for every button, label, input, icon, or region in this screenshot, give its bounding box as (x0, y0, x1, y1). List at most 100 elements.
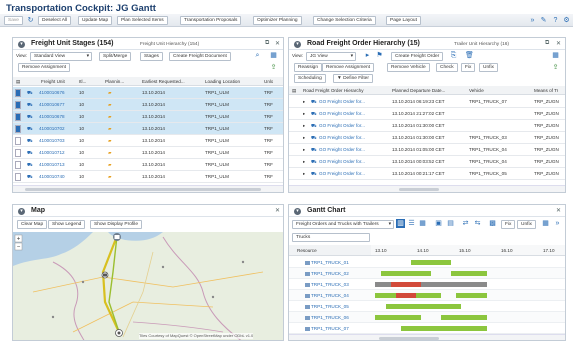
create-freight-order-button[interactable]: Create Freight Order (391, 52, 444, 61)
freight-order-link[interactable]: GO Freight Order for... (319, 133, 365, 142)
calendar-icon[interactable]: ▣ (434, 219, 443, 228)
table-row[interactable]: ⛟ 4100010702 10 ▰ 13.10.2014 TRP1_ULM TRF (13, 123, 283, 135)
col-header[interactable]: Loading Location (205, 77, 240, 86)
freight-order-link[interactable]: GO Freight Order for... (319, 97, 365, 106)
split-merge-button[interactable]: Split/Merge (99, 52, 132, 61)
export-icon[interactable]: ⇪ (269, 63, 278, 72)
maximize-icon[interactable]: ⧉ (265, 40, 269, 47)
gantt-bar[interactable] (386, 304, 461, 309)
freight-unit-link[interactable]: 4100010740 (39, 172, 65, 181)
expand-row-icon[interactable]: ▸ (303, 133, 305, 142)
view-select[interactable]: JG View ▾ (306, 52, 356, 61)
scroll-thumb[interactable] (379, 337, 439, 340)
delete-icon[interactable]: 🗑 (465, 51, 474, 60)
gantt-row[interactable]: TRP1_TRUCK_05 (289, 301, 565, 312)
table-row[interactable]: ▸ ⛟ GO Freight Order for... 13.10.2014 01:3… (289, 120, 565, 132)
col-header[interactable]: Freight Unit (41, 77, 65, 86)
freight-order-link[interactable]: GO Freight Order for... (319, 145, 365, 154)
show-display-profile-button[interactable]: Show Display Profile (90, 220, 142, 229)
col-header[interactable]: Vehicle (469, 86, 484, 95)
collapse-icon[interactable]: ▾ (18, 208, 25, 215)
gantt-bar[interactable] (451, 271, 487, 276)
optimizer-planning-button[interactable]: Optimizer Planning (253, 16, 302, 25)
collapse-icon[interactable]: ▾ (294, 41, 301, 48)
flag-icon[interactable]: ⚑ (375, 51, 384, 60)
zoom-control[interactable]: + − (14, 234, 23, 251)
gantt-row[interactable]: TRP1_TRUCK_01 (289, 257, 565, 268)
view-select[interactable]: Standard View ▾ (30, 52, 92, 61)
table-row[interactable]: ▸ ⛟ GO Freight Order for... 13.10.2014 21:2… (289, 108, 565, 120)
horizontal-scrollbar[interactable] (289, 185, 565, 192)
freight-unit-hierarchy-tab[interactable]: Freight Unit Hierarchy (154) (140, 42, 199, 47)
freight-order-link[interactable]: GO Freight Order for... (319, 157, 365, 166)
scroll-thumb[interactable] (25, 188, 261, 191)
table-row[interactable]: ⛟ 4100010713 10 ▰ 13.10.2014 TRP1_ULM TRF (13, 159, 283, 171)
expand-row-icon[interactable]: ▸ (303, 169, 305, 178)
collapse-icon[interactable]: ▾ (18, 41, 25, 48)
row-selector[interactable] (15, 161, 21, 169)
gantt-bar[interactable] (456, 293, 487, 298)
settings-icon[interactable]: ▦ (541, 219, 550, 228)
create-freight-document-button[interactable]: Create Freight Document (169, 52, 231, 61)
settings-col-icon[interactable]: ▤ (16, 77, 20, 86)
wrench-icon[interactable]: ✎ (539, 16, 548, 25)
row-selector[interactable] (15, 89, 21, 97)
row-selector[interactable] (15, 137, 21, 145)
freight-unit-link[interactable]: 4100010712 (39, 148, 65, 157)
assign-icon[interactable]: ⇄ (461, 219, 470, 228)
gantt-bar[interactable] (381, 271, 431, 276)
unfix-button[interactable]: Unfix (479, 63, 498, 72)
help-icon[interactable]: ? (551, 16, 560, 25)
chart-icon[interactable]: ▤ (446, 219, 455, 228)
table-row[interactable]: ⛟ 4100010677 10 ▰ 13.10.2014 TRP1_ULM TRF (13, 99, 283, 111)
expand-row-icon[interactable]: ▸ (303, 97, 305, 106)
col-header[interactable]: Planned Departure Date... (392, 86, 445, 95)
map-canvas[interactable]: + − (13, 232, 284, 341)
reassign-button[interactable]: Reassign (294, 63, 322, 72)
layout-icon[interactable]: ▥ (396, 219, 405, 228)
gantt-row[interactable]: TRP1_TRUCK_06 (289, 312, 565, 323)
gantt-bar[interactable] (401, 326, 487, 331)
freight-unit-link[interactable]: 4100010713 (39, 160, 65, 169)
expand-row-icon[interactable]: ▸ (303, 109, 305, 118)
export-icon[interactable]: ⇪ (551, 63, 560, 72)
settings-icon[interactable]: ▦ (551, 51, 560, 60)
close-icon[interactable]: ✕ (275, 40, 280, 47)
resource-label[interactable]: TRP1_TRUCK_07 (305, 323, 349, 334)
gantt-row[interactable]: TRP1_TRUCK_02 (289, 268, 565, 279)
gantt-filter-select[interactable]: Trucks (292, 233, 370, 242)
location-marker[interactable] (115, 329, 123, 337)
expand-row-icon[interactable]: ▸ (303, 157, 305, 166)
row-selector[interactable] (15, 173, 21, 181)
table-row[interactable]: ▸ ⛟ GO Freight Order for... 13.10.2014 01:0… (289, 144, 565, 156)
plan-selected-items-button[interactable]: Plan Selected Items (117, 16, 168, 25)
collapse-icon[interactable]: ▾ (294, 208, 301, 215)
table-row[interactable]: ⛟ 4100010740 10 ▰ 13.10.2014 TRP1_ULM TRF (13, 171, 283, 183)
scheduling-button[interactable]: Scheduling (294, 74, 326, 83)
expand-row-icon[interactable]: ▸ (303, 121, 305, 130)
fix-button[interactable]: Fix (501, 220, 516, 229)
remove-vehicle-button[interactable]: Remove Vehicle (387, 63, 430, 72)
freight-unit-link[interactable]: 4100010678 (39, 112, 65, 121)
table-row[interactable]: ▸ ⛟ GO Freight Order for... 13.10.2014 00:0… (289, 156, 565, 168)
horizontal-scrollbar[interactable] (13, 185, 283, 192)
gantt-view-select[interactable]: Freight Orders and Trucks with Trailers … (292, 220, 394, 229)
grid-icon[interactable]: ▦ (418, 219, 427, 228)
table-row[interactable]: ▸ ⛟ GO Freight Order for... 13.10.2014 00:2… (289, 168, 565, 180)
col-header[interactable]: Unlo (264, 77, 273, 86)
close-icon[interactable]: ✕ (275, 207, 280, 214)
close-icon[interactable]: ✕ (556, 207, 561, 214)
clear-map-button[interactable]: Clear Map (17, 220, 48, 229)
unfix-button[interactable]: Unfix (517, 220, 536, 229)
resource-label[interactable]: TRP1_TRUCK_05 (305, 301, 349, 312)
page-layout-button[interactable]: Page Layout (386, 16, 421, 25)
row-selector[interactable] (15, 149, 21, 157)
table-row[interactable]: ▸ ⛟ GO Freight Order for... 13.10.2014 01:3… (289, 132, 565, 144)
col-header[interactable]: Road Freight Order Hierarchy (303, 86, 364, 95)
row-selector[interactable] (15, 113, 21, 121)
gantt-bar[interactable] (375, 315, 421, 320)
transportation-proposals-button[interactable]: Transportation Proposals (180, 16, 242, 25)
resource-col-header[interactable]: Resource (297, 245, 317, 256)
resource-label[interactable]: TRP1_TRUCK_06 (305, 312, 349, 323)
col-header[interactable]: Itl... (79, 77, 86, 86)
